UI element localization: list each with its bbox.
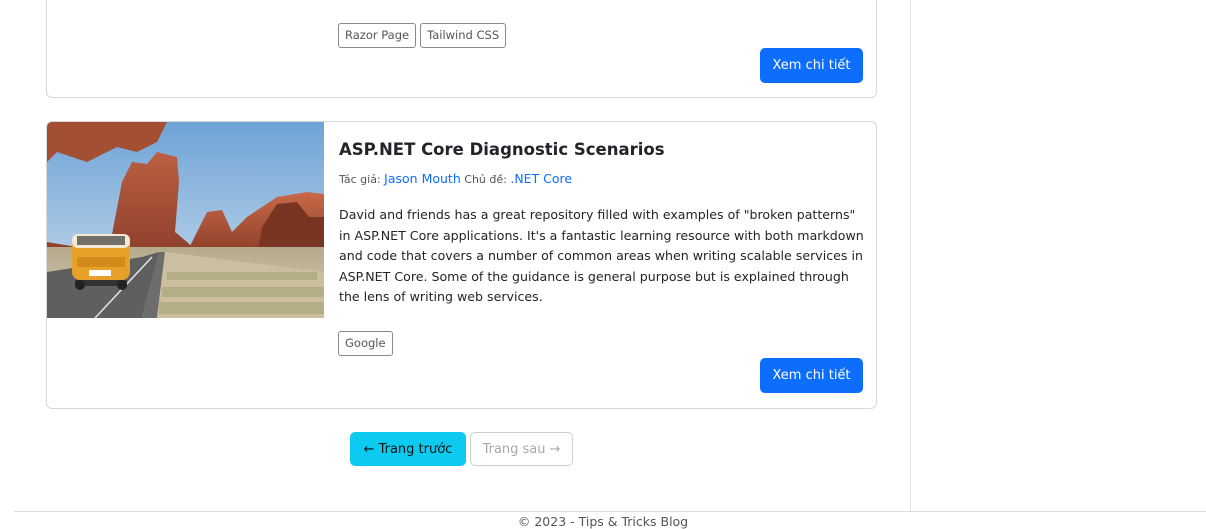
next-page-button[interactable]: Trang sau → xyxy=(470,432,573,466)
post-card: ASP.NET Core Diagnostic Scenarios Tác gi… xyxy=(46,121,877,409)
sidebar-divider xyxy=(910,0,911,511)
post-title[interactable]: ASP.NET Core Diagnostic Scenarios xyxy=(339,140,665,159)
author-link[interactable]: Jason Mouth xyxy=(384,171,461,186)
tag-list: Razor Page Tailwind CSS xyxy=(338,23,507,48)
topic-label: Chủ đề: xyxy=(464,173,507,186)
tag-razor-page[interactable]: Razor Page xyxy=(338,23,417,48)
tag-list: Google xyxy=(338,331,393,356)
author-label: Tác giả: xyxy=(339,173,381,186)
footer-copyright: © 2023 - Tips & Tricks Blog xyxy=(517,514,689,529)
view-detail-button[interactable]: Xem chi tiết xyxy=(760,358,863,393)
arrow-left-icon: ← xyxy=(363,441,375,457)
footer-divider xyxy=(14,511,1206,512)
arrow-right-icon: → xyxy=(549,441,561,457)
post-thumbnail-image xyxy=(47,122,324,318)
topic-link[interactable]: .NET Core xyxy=(510,171,572,186)
post-card-previous: Razor Page Tailwind CSS Xem chi tiết xyxy=(46,0,877,98)
tag-tailwind-css[interactable]: Tailwind CSS xyxy=(420,23,507,48)
post-description: David and friends has a great repository… xyxy=(339,207,864,304)
previous-page-button[interactable]: ← Trang trước xyxy=(350,432,466,466)
post-thumbnail[interactable] xyxy=(47,122,324,318)
view-detail-button[interactable]: Xem chi tiết xyxy=(760,48,863,83)
post-meta: Tác giả: Jason Mouth Chủ đề: .NET Core xyxy=(339,171,572,186)
tag-google[interactable]: Google xyxy=(338,331,393,356)
previous-page-label: Trang trước xyxy=(378,441,453,457)
next-page-label: Trang sau xyxy=(482,441,546,457)
